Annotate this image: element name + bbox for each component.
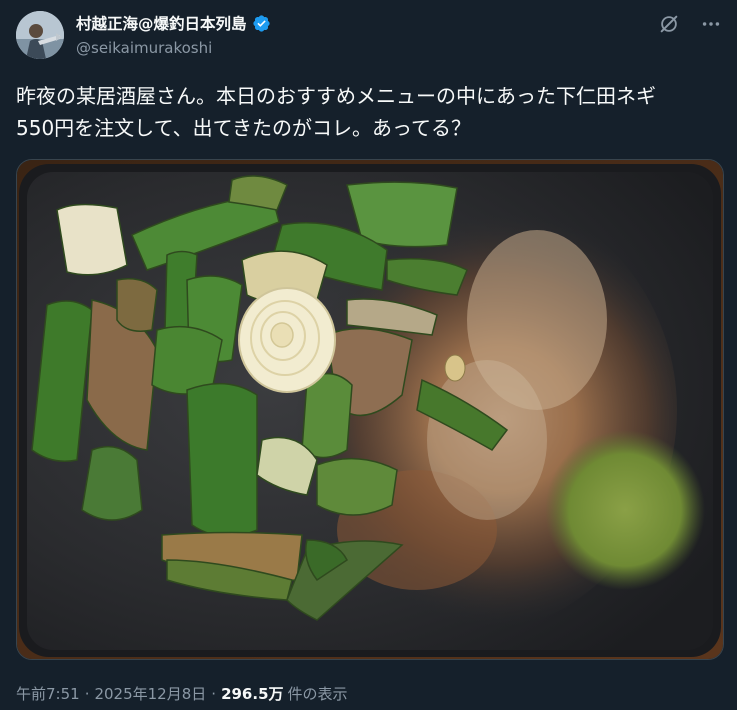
tweet-date[interactable]: 2025年12月8日 [94,683,206,704]
avatar[interactable] [16,11,64,59]
more-icon [702,22,720,26]
views-count: 296.5万 [221,685,284,703]
grok-icon [660,15,678,33]
verified-badge-icon[interactable] [252,14,271,33]
tweet-time[interactable]: 午前7:51 [16,683,80,704]
tweet-meta: 午前7:51 · 2025年12月8日 · 296.5万 件の表示 [16,683,348,704]
meta-separator: · [84,684,90,703]
top-actions [657,12,723,36]
food-photo [17,160,723,659]
leek-cross-section [238,287,336,393]
tweet-text: 昨夜の某居酒屋さん。本日のおすすめメニューの中にあった下仁田ネギ 550円を注文… [16,84,656,140]
tweet-photo[interactable] [16,159,724,660]
more-button[interactable] [699,12,723,36]
author-block: 村越正海@爆釣日本列島 @seikaimurakoshi [76,12,271,57]
author-handle[interactable]: @seikaimurakoshi [76,39,271,57]
name-row: 村越正海@爆釣日本列島 [76,12,271,34]
avatar-image [16,11,64,59]
grok-button[interactable] [657,12,681,36]
author-name[interactable]: 村越正海@爆釣日本列島 [76,12,247,34]
meta-separator-2: · [211,684,217,703]
tweet-container: 村越正海@爆釣日本列島 @seikaimurakoshi 昨夜の某居酒屋さん。本… [0,0,737,710]
views-label: 件の表示 [287,685,348,703]
